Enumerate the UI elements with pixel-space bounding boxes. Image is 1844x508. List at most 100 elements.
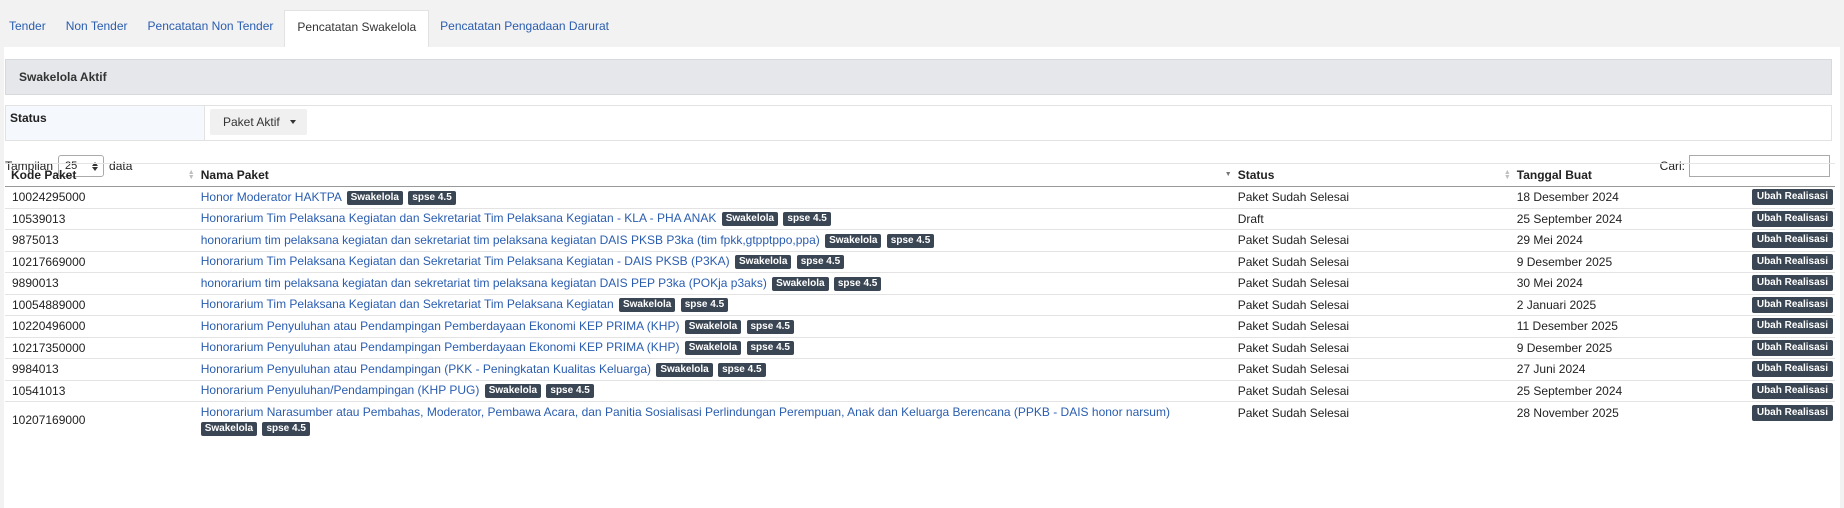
cell-nama-paket: Honorarium Penyuluhan atau Pendampingan … [198,315,1236,337]
cell-nama-paket: Honor Moderator HAKTPA Swakelola spse 4.… [199,187,1236,209]
section-title: Swakelola Aktif [19,70,107,84]
paket-link[interactable]: Honorarium Tim Pelaksana Kegiatan dan Se… [201,211,717,225]
cell-nama-paket: Honorarium Narasumber atau Pembahas, Mod… [198,401,1236,438]
cell-status: Paket Sudah Selesai [1235,315,1515,337]
tab-pencatatan-pengadaan-darurat[interactable]: Pencatatan Pengadaan Darurat [431,10,618,47]
paket-link[interactable]: Honorarium Tim Pelaksana Kegiatan dan Se… [201,254,730,268]
spse-version-badge: spse 4.5 [546,384,594,399]
column-header-label: Nama Paket [200,168,269,182]
cell-nama-paket: Honorarium Tim Pelaksana Kegiatan dan Se… [198,207,1236,230]
status-filter-value: Paket Aktif [223,115,280,129]
ubah-realisasi-button[interactable]: Ubah Realisasi [1751,232,1833,249]
cell-status: Paket Sudah Selesai [1235,250,1515,273]
cell-kode-paket: 10217669000 [5,250,199,273]
spse-version-badge: spse 4.5 [783,212,831,227]
cell-tanggal-buat: 30 Mei 2024 [1514,272,1742,294]
ubah-realisasi-button[interactable]: Ubah Realisasi [1751,210,1833,227]
paket-table: Kode Paket ▲ ▼ Nama Paket ▼ Status ▲ ▼ Tangga… [5,163,1835,438]
ubah-realisasi-button[interactable]: Ubah Realisasi [1751,275,1833,292]
cell-status: Paket Sudah Selesai [1235,358,1515,380]
cell-kode-paket: 10024295000 [12,190,86,205]
cell-tanggal-buat: 11 Desember 2025 [1514,315,1742,337]
cell-status: Draft [1235,207,1515,230]
cell-status: Paket Sudah Selesai [1235,272,1515,294]
spse-version-badge: spse 4.5 [680,298,729,313]
tab-non-tender[interactable]: Non Tender [57,10,137,47]
column-header-label: Tanggal Buat [1516,168,1592,182]
ubah-realisasi-button[interactable]: Ubah Realisasi [1751,361,1833,378]
column-header-nama-paket[interactable]: Nama Paket ▼ [198,163,1236,187]
cell-action: Ubah Realisasi [1741,358,1835,380]
paket-link[interactable]: honorarium tim pelaksana kegiatan dan se… [201,276,767,290]
ubah-realisasi-button[interactable]: Ubah Realisasi [1751,318,1833,335]
cell-status: Paket Sudah Selesai [1235,379,1515,402]
cell-status: Paket Sudah Selesai [1235,336,1515,359]
table-header-row: Kode Paket ▲ ▼ Nama Paket ▼ Status ▲ ▼ Tangga… [5,163,1835,187]
cell-kode-paket: 9890013 [5,272,199,294]
paket-link[interactable]: Honorarium Penyuluhan atau Pendampingan … [201,340,680,354]
paket-link[interactable]: Honorarium Penyuluhan atau Pendampingan … [201,319,680,333]
sort-icon: ▲ ▼ [1503,169,1511,181]
paket-link[interactable]: Honor Moderator HAKTPA [201,190,342,204]
status-filter-label: Status [6,106,205,140]
paket-link[interactable]: Honorarium Penyuluhan atau Pendampingan … [201,362,651,376]
swakelola-badge: Swakelola [825,233,882,248]
cell-nama-paket: Honorarium Penyuluhan atau Pendampingan … [198,358,1236,380]
cell-action: Ubah Realisasi [1741,315,1835,337]
table-row: 9890013 honorarium tim pelaksana kegiatan… [5,272,1835,294]
column-header-status[interactable]: Status ▲ ▼ [1235,163,1515,187]
paket-link[interactable]: Honorarium Tim Pelaksana Kegiatan dan Se… [201,297,614,311]
ubah-realisasi-button[interactable]: Ubah Realisasi [1751,189,1833,206]
cell-action: Ubah Realisasi [1741,379,1835,402]
cell-tanggal-buat: 29 Mei 2024 [1514,229,1742,251]
spse-version-badge: spse 4.5 [746,319,794,334]
spse-version-badge: spse 4.5 [746,341,794,356]
cell-kode-paket: 10541013 [5,379,199,402]
column-header-tanggal-buat[interactable]: Tanggal Buat [1514,163,1742,187]
column-header-kode-paket[interactable]: Kode Paket ▲ ▼ [5,163,199,187]
cell-tanggal-buat: 25 September 2024 [1514,207,1742,230]
ubah-realisasi-button[interactable]: Ubah Realisasi [1751,339,1833,356]
cell-nama-paket: Honorarium Tim Pelaksana Kegiatan dan Se… [198,250,1236,273]
ubah-realisasi-button[interactable]: Ubah Realisasi [1751,296,1833,313]
cell-nama-paket: Honorarium Penyuluhan/Pendampingan (KHP … [198,379,1236,402]
cell-status: Paket Sudah Selesai [1235,401,1515,438]
swakelola-badge: Swakelola [200,421,258,436]
ubah-realisasi-button[interactable]: Ubah Realisasi [1751,382,1833,399]
cell-kode-paket: 10054889000 [5,293,199,316]
paket-link[interactable]: honorarium tim pelaksana kegiatan dan se… [201,233,820,247]
spse-version-badge: spse 4.5 [796,255,845,270]
cell-action: Ubah Realisasi [1742,187,1835,209]
column-header-action [1741,163,1835,187]
spse-version-badge: spse 4.5 [886,233,935,248]
swakelola-badge: Swakelola [346,190,403,205]
cell-kode-paket: 10217350000 [5,336,199,359]
cell-kode-paket: 10539013 [5,207,199,230]
status-filter-dropdown[interactable]: Paket Aktif [210,109,307,135]
cell-action: Ubah Realisasi [1741,401,1835,438]
section-header: Swakelola Aktif [5,59,1832,95]
cell-nama-paket: Honorarium Penyuluhan atau Pendampingan … [198,336,1236,359]
swakelola-badge: Swakelola [721,212,779,227]
content-panel: Swakelola Aktif Status Paket Aktif Tampi… [4,47,1840,508]
cell-action: Ubah Realisasi [1741,336,1835,359]
swakelola-badge: Swakelola [484,384,542,399]
cell-tanggal-buat: 2 Januari 2025 [1514,293,1742,316]
ubah-realisasi-button[interactable]: Ubah Realisasi [1751,405,1833,421]
swakelola-badge: Swakelola [684,341,742,356]
tab-pencatatan-swakelola[interactable]: Pencatatan Swakelola [284,10,430,47]
paket-link[interactable]: Honorarium Narasumber atau Pembahas, Mod… [201,405,1170,419]
column-header-label: Status [1237,168,1275,182]
table-row: 10539013 Honorarium Tim Pelaksana Kegiata… [5,207,1835,230]
table-row: 10024295000 Honor Moderator HAKTPA Swakel… [5,187,1835,209]
tab-pencatatan-non-tender[interactable]: Pencatatan Non Tender [139,10,283,47]
swakelola-badge: Swakelola [656,362,713,377]
cell-tanggal-buat: 25 September 2024 [1514,379,1742,402]
spse-version-badge: spse 4.5 [408,190,456,205]
table-row: 9875013 honorarium tim pelaksana kegiatan… [5,229,1835,251]
table-row: 10207169000 Honorarium Narasumber atau Pe… [5,401,1835,438]
swakelola-badge: Swakelola [684,319,742,334]
paket-link[interactable]: Honorarium Penyuluhan/Pendampingan (KHP … [201,383,480,397]
ubah-realisasi-button[interactable]: Ubah Realisasi [1751,253,1833,270]
tab-tender[interactable]: Tender [0,10,55,47]
